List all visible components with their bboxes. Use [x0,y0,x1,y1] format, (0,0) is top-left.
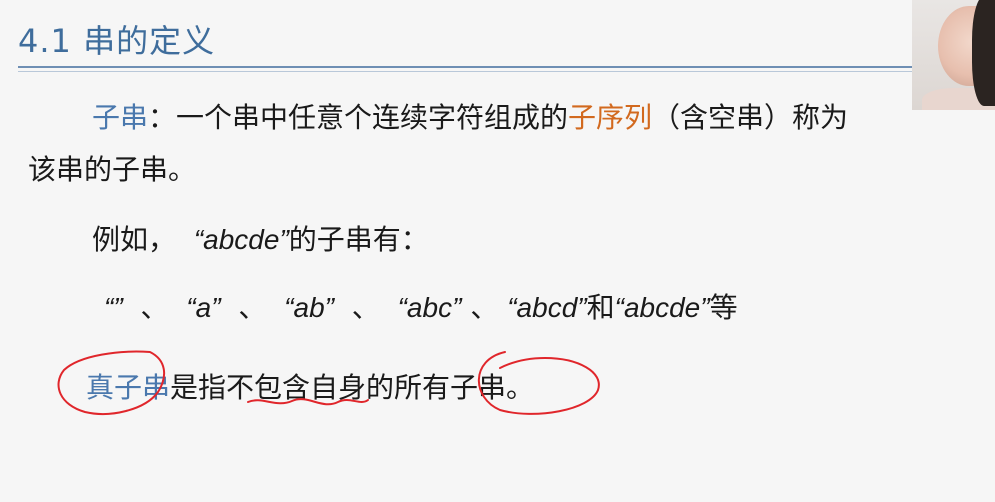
definition-text-a: ：一个串中任意个连续字符组成的 [148,101,569,134]
etc: 等 [709,291,738,324]
separator: 、 [351,291,380,324]
definition-text-c: 该串的子串。 [28,153,197,186]
example-intro: 例如， “abcde”的子串有： [92,220,429,260]
presenter-hair [972,0,995,106]
proper-substring-line: 真子串是指不包含自身的所有子串。 [86,368,534,408]
term-subsequence: 子序列 [568,101,653,134]
substring-item: “abcd” [507,292,587,323]
substring-item: “ab” [284,292,334,323]
title-divider [18,66,918,68]
separator: 、 [238,291,267,324]
slide: 4.1 串的定义 子串：一个串中任意个连续字符组成的子序列（含空串）称为 该串的… [0,0,995,502]
definition-text-b: （含空串）称为 [652,101,849,134]
separator: 、 [470,291,499,324]
slide-title: 4.1 串的定义 [18,22,216,60]
term-proper-substring: 真子串 [86,371,171,404]
substring-item: “abcde” [614,292,710,323]
presenter-video [912,0,995,110]
substring-item: “a” [186,292,221,323]
proper-definition: 是指不包含自身的所有子串。 [170,371,535,404]
example-string: “abcde” [193,224,289,255]
example-suffix: 的子串有： [288,223,429,256]
title-divider-thin [18,71,918,72]
substring-item: “abc” [397,292,462,323]
example-list: “” 、 “a” 、 “ab” 、 “abc” 、 “abcd”和“abcde”… [104,288,738,328]
separator: 、 [140,291,169,324]
term-substring: 子串 [92,101,149,134]
substring-item: “” [104,292,123,323]
definition-line-1: 子串：一个串中任意个连续字符组成的子序列（含空串）称为 [92,98,848,138]
conjunction: 和 [586,291,615,324]
definition-line-2: 该串的子串。 [28,150,196,190]
example-prefix: 例如， [92,223,177,256]
